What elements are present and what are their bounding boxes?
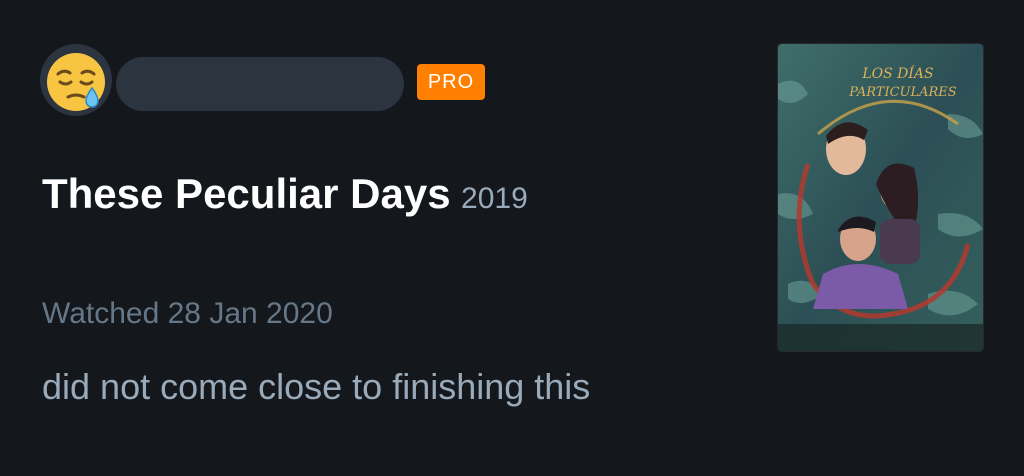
poster-artwork: LOS DÍAS PARTICULARES	[778, 44, 983, 351]
film-title[interactable]: These Peculiar Days	[42, 170, 451, 217]
review-text: did not come close to finishing this	[42, 366, 591, 407]
poster-title-line1: LOS DÍAS	[861, 64, 933, 82]
username-placeholder[interactable]	[116, 57, 404, 111]
film-poster[interactable]: LOS DÍAS PARTICULARES	[778, 44, 983, 351]
poster-title-line2: PARTICULARES	[848, 85, 957, 100]
pro-badge: PRO	[417, 64, 485, 100]
watched-date: Watched 28 Jan 2020	[42, 297, 333, 330]
film-year[interactable]: 2019	[461, 182, 528, 215]
sad-sleepy-face-icon	[47, 53, 105, 111]
avatar[interactable]	[40, 44, 112, 116]
film-title-row: These Peculiar Days 2019	[42, 170, 528, 218]
